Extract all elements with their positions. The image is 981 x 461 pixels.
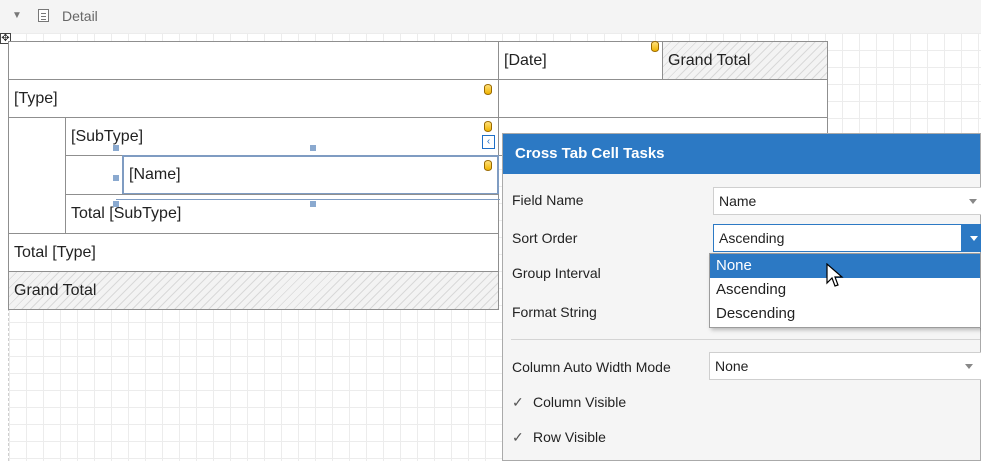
database-icon [484,121,492,132]
selection-handle[interactable] [310,145,316,151]
option-none[interactable]: None [710,254,980,278]
chevron-down-icon [965,364,973,369]
panel-title: Cross Tab Cell Tasks [503,134,980,174]
row-header-name[interactable]: [Name] [122,155,499,195]
row-visible-checkbox[interactable]: ✓ Row Visible [512,429,606,445]
database-icon [651,41,659,52]
chevron-down-icon [969,199,977,204]
check-icon: ✓ [512,393,524,410]
selection-handle[interactable] [310,201,316,207]
row-header-subtype[interactable]: [SubType] [65,117,499,156]
separator [511,339,980,340]
column-auto-width-label: Column Auto Width Mode [512,359,671,375]
row-header-type[interactable]: [Type] [8,79,499,118]
chevron-down-icon [970,236,978,241]
indent-cell [8,117,66,234]
band-icon [38,9,49,22]
option-descending[interactable]: Descending [710,302,980,326]
sort-order-dropdown[interactable]: Ascending [713,224,981,252]
column-header-date[interactable]: [Date] [498,41,663,80]
selection-handle[interactable] [113,175,119,181]
database-icon [484,160,492,171]
row-total-subtype[interactable]: Total [SubType] [65,194,499,234]
mouse-pointer-icon [826,263,844,287]
grand-total-header[interactable]: Grand Total [662,41,828,80]
check-icon: ✓ [512,428,524,445]
selection-line [116,199,500,200]
smart-tag-icon[interactable]: ‹ [482,135,495,149]
band-header[interactable]: ▼ Detail [0,0,981,34]
row-total-type[interactable]: Total [Type] [8,233,499,272]
data-cell[interactable] [498,79,828,118]
format-string-label: Format String [512,304,597,320]
selection-handle[interactable] [113,145,119,151]
column-auto-width-dropdown[interactable]: None [709,352,981,380]
column-visible-checkbox[interactable]: ✓ Column Visible [512,394,626,410]
selection-handle[interactable] [113,201,119,207]
field-name-dropdown[interactable]: Name [713,187,981,215]
crosstab-corner-cell[interactable] [8,41,499,80]
group-interval-label: Group Interval [512,265,601,281]
band-title: Detail [62,8,98,24]
option-ascending[interactable]: Ascending [710,278,980,302]
grand-total-row[interactable]: Grand Total [8,271,499,310]
triangle-down-icon[interactable]: ▼ [12,10,22,21]
database-icon [484,84,492,95]
field-name-label: Field Name [512,192,584,208]
dropdown-button[interactable] [961,225,981,251]
sort-order-options-list: None Ascending Descending [709,253,981,328]
sort-order-label: Sort Order [512,230,578,246]
